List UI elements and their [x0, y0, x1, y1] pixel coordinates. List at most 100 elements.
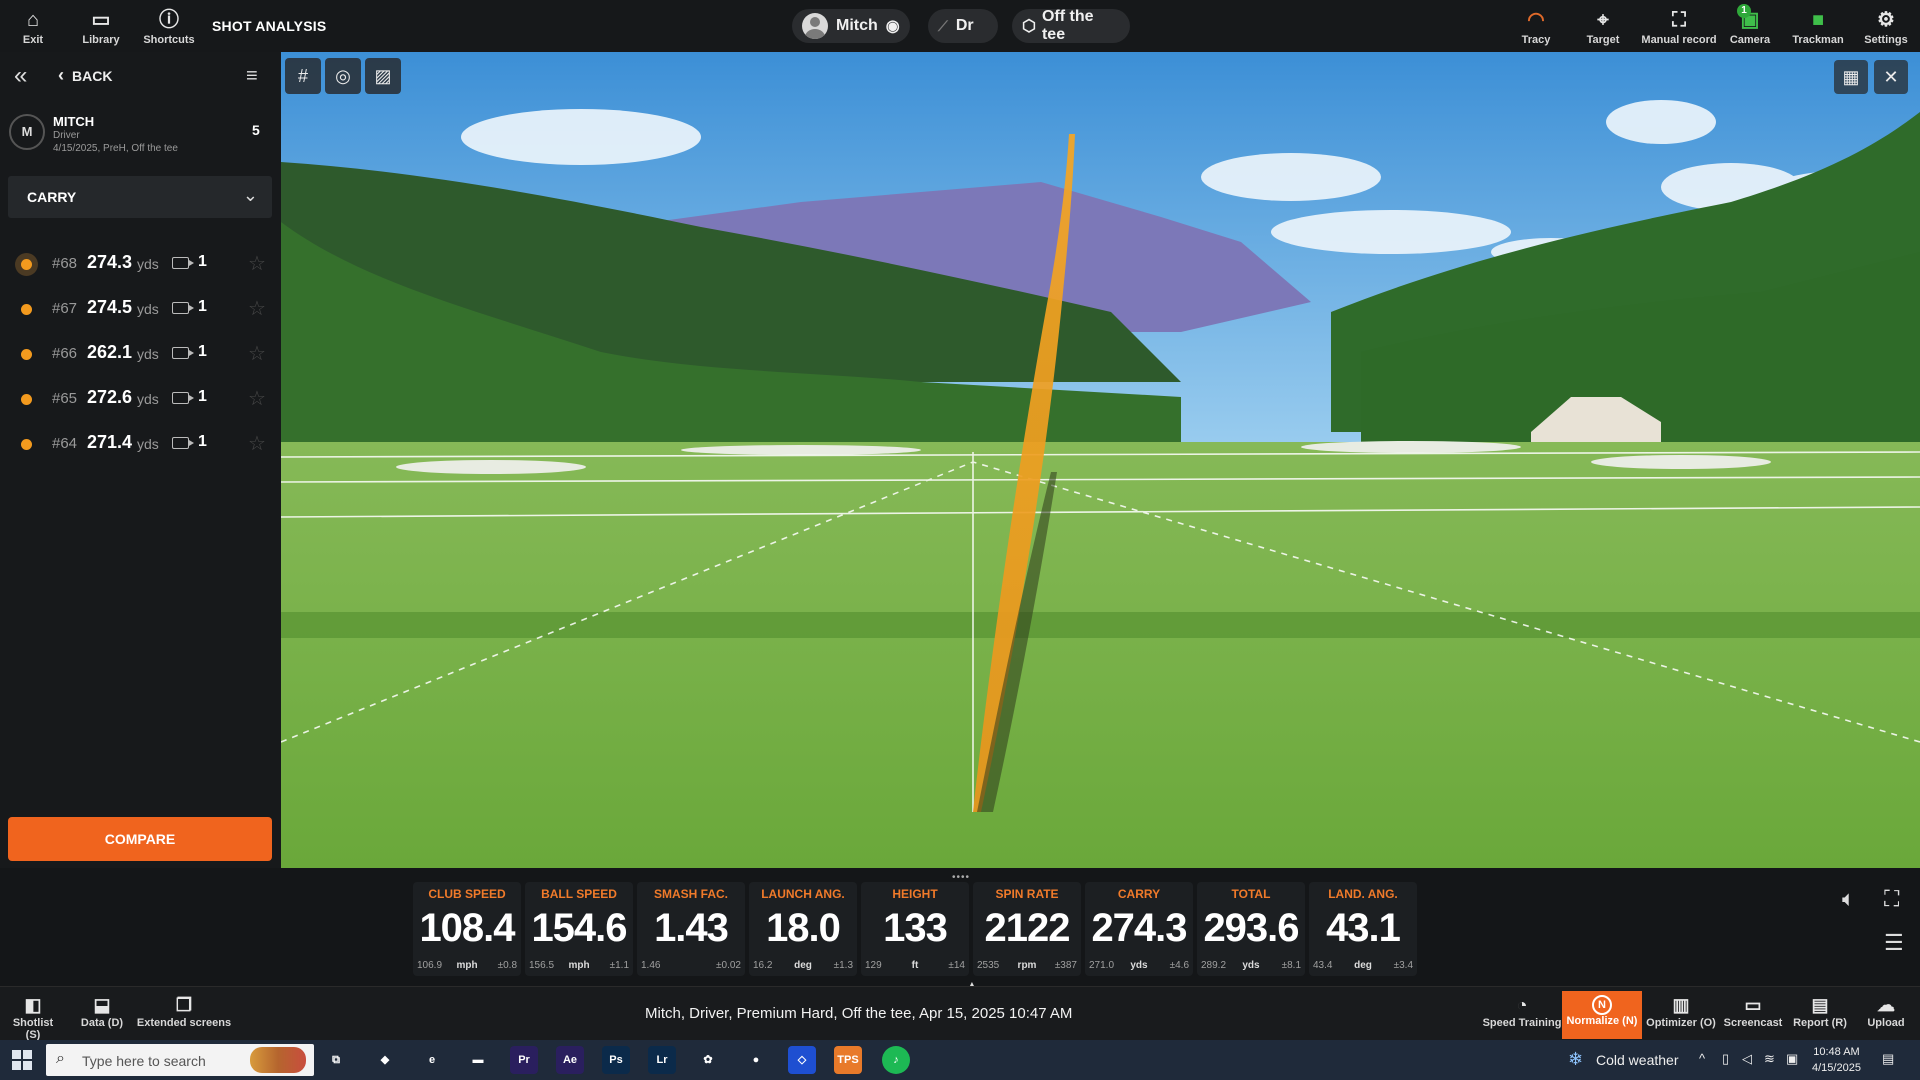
shot-row[interactable]: #64 271.4 yds 1 ☆ [0, 422, 281, 466]
sliders-icon[interactable]: ☰ [1884, 930, 1904, 956]
shot-carry-unit: yds [137, 346, 159, 362]
speed-training-button[interactable]: ◔ Speed Training [1482, 993, 1562, 1029]
stat-tile[interactable]: TOTAL 293.6 289.2 yds ±8.1 [1197, 882, 1305, 976]
star-icon[interactable]: ☆ [248, 341, 266, 366]
stat-tile[interactable]: LAND. ANG. 43.1 43.4 deg ±3.4 [1309, 882, 1417, 976]
shot-row[interactable]: #66 262.1 yds 1 ☆ [0, 332, 281, 376]
screencast-button[interactable]: ▭ Screencast [1720, 993, 1786, 1029]
grid-layout-icon: ▦ [1842, 67, 1860, 87]
stat-tile[interactable]: CARRY 274.3 271.0 yds ±4.6 [1085, 882, 1193, 976]
task-view-icon[interactable]: ⧉ [322, 1046, 350, 1074]
shot-row[interactable]: #68 274.3 yds 1 ☆ [0, 242, 281, 286]
tracy-button[interactable]: ◠ Tracy [1506, 8, 1566, 46]
trajectory-view[interactable]: # ◎ ▨ ▦ ✕ [281, 52, 1920, 868]
stat-tile[interactable]: BALL SPEED 154.6 156.5 mph ±1.1 [525, 882, 633, 976]
video-icon [172, 437, 194, 449]
player-selector[interactable]: Mitch ◉ [792, 9, 910, 43]
sort-label: CARRY [27, 189, 77, 205]
optimizer-icon: ▥ [1672, 995, 1690, 1015]
windows-start-button[interactable] [12, 1050, 32, 1070]
stat-tile[interactable]: SMASH FAC. 1.43 1.46 ±0.02 [637, 882, 745, 976]
extended-screens-button[interactable]: ❐ Extended screens [136, 993, 232, 1029]
shot-carry-value: 272.6 [87, 387, 133, 407]
stat-tile[interactable]: HEIGHT 133 129 ft ±14 [861, 882, 969, 976]
normalize-icon: N [1592, 995, 1612, 1015]
search-placeholder: Type here to search [82, 1053, 206, 1069]
spotify-icon[interactable]: ♪ [882, 1046, 910, 1074]
stat-tile[interactable]: CLUB SPEED 108.4 106.9 mph ±0.8 [413, 882, 521, 976]
fullscreen-icon[interactable]: ⛶ [1884, 886, 1899, 912]
layout-button[interactable]: ▦ [1834, 60, 1868, 94]
battery-icon[interactable]: ▯ [1722, 1051, 1729, 1067]
video-icon [172, 302, 194, 314]
stat-value: 1.43 [654, 906, 729, 950]
screenshot-button[interactable]: ◎ [325, 58, 361, 94]
shot-row[interactable]: #65 272.6 yds 1 ☆ [0, 377, 281, 421]
compare-button[interactable]: COMPARE [8, 817, 272, 861]
collapse-sidebar-icon[interactable]: « [14, 62, 27, 90]
optimizer-button[interactable]: ▥ Optimizer (O) [1643, 993, 1719, 1029]
obs-icon[interactable]: ● [742, 1046, 770, 1074]
club-selector[interactable]: ⟋ Dr [928, 9, 998, 43]
speaker-icon[interactable]: ◁ [1742, 1051, 1752, 1067]
taskbar-clock[interactable]: 10:48 AM 4/15/2025 [1812, 1044, 1861, 1076]
volume-icon[interactable]: 🔈︎ [1842, 886, 1855, 912]
sort-dropdown[interactable]: CARRY ⌄ [8, 176, 272, 218]
stat-label: LAUNCH ANG. [761, 887, 845, 901]
camera-button[interactable]: ▣ Camera 1 [1720, 4, 1780, 46]
star-icon[interactable]: ☆ [248, 386, 266, 411]
edge-icon[interactable]: e [418, 1046, 446, 1074]
weather-icon: ❄ [1568, 1049, 1584, 1069]
report-button[interactable]: ▤ Report (R) [1790, 993, 1850, 1029]
shot-carry-value: 271.4 [87, 432, 133, 452]
shot-number: #67 [52, 300, 78, 317]
lightroom-icon[interactable]: Lr [648, 1046, 676, 1074]
manual-record-button[interactable]: ⛶ Manual record [1641, 8, 1717, 46]
after-effects-icon[interactable]: Ae [556, 1046, 584, 1074]
copilot-icon[interactable]: ◆ [371, 1046, 399, 1074]
star-icon[interactable]: ☆ [248, 251, 266, 276]
upload-button[interactable]: ☁ Upload [1860, 993, 1912, 1029]
target-button[interactable]: ⌖ Target [1573, 8, 1633, 46]
trackman-button[interactable]: ■ Trackman [1788, 8, 1848, 46]
normalize-button[interactable]: N Normalize (N) [1562, 991, 1642, 1039]
paint-icon[interactable]: ✿ [694, 1046, 722, 1074]
dropbox-icon[interactable]: ◇ [788, 1046, 816, 1074]
exit-button[interactable]: ⌂ Exit [3, 8, 63, 46]
photoshop-icon[interactable]: Ps [602, 1046, 630, 1074]
manual-record-icon: ⛶ [1672, 9, 1686, 31]
shot-row[interactable]: #67 274.5 yds 1 ☆ [0, 287, 281, 331]
chevron-up-icon[interactable]: ^ [1699, 1051, 1705, 1066]
notifications-icon[interactable]: ▤ [1882, 1051, 1894, 1067]
stat-label: SPIN RATE [995, 887, 1059, 901]
image-button[interactable]: ▨ [365, 58, 401, 94]
stat-deviation: ±1.1 [609, 960, 629, 971]
stat-tile[interactable]: LAUNCH ANG. 18.0 16.2 deg ±1.3 [749, 882, 857, 976]
player-card[interactable]: M MITCH Driver 4/15/2025, PreH, Off the … [0, 106, 281, 160]
settings-button[interactable]: ⚙ Settings [1856, 8, 1916, 46]
library-button[interactable]: ▭ Library [71, 8, 131, 46]
search-icon: ⌕ [56, 1050, 65, 1067]
sidebar-header: « ‹ BACK ≡ [0, 52, 281, 100]
shotlist-button[interactable]: ◧ Shotlist (S) [4, 993, 62, 1041]
search-highlight-image [250, 1047, 306, 1073]
hamburger-menu-icon[interactable]: ≡ [246, 65, 258, 88]
star-icon[interactable]: ☆ [248, 296, 266, 321]
wifi-icon[interactable]: ≋ [1764, 1051, 1775, 1067]
weather-text[interactable]: Cold weather [1596, 1052, 1679, 1068]
collapse-view-button[interactable]: ✕ [1874, 60, 1908, 94]
premiere-icon[interactable]: Pr [510, 1046, 538, 1074]
data-button[interactable]: ⬓ Data (D) [72, 993, 132, 1029]
tps-icon[interactable]: TPS [834, 1046, 862, 1074]
player-card-meta: 4/15/2025, PreH, Off the tee [53, 143, 178, 154]
stat-deviation: ±0.8 [497, 960, 517, 971]
stat-tile[interactable]: SPIN RATE 2122 2535 rpm ±387 [973, 882, 1081, 976]
star-icon[interactable]: ☆ [248, 431, 266, 456]
taskbar-search-input[interactable]: ⌕ Type here to search [46, 1044, 314, 1076]
file-explorer-icon[interactable]: ▬ [464, 1046, 492, 1074]
back-button[interactable]: ‹ BACK [58, 65, 112, 86]
display-icon[interactable]: ▣ [1786, 1051, 1798, 1067]
shortcuts-button[interactable]: ⓘ Shortcuts [139, 8, 199, 46]
grid-toggle-button[interactable]: # [285, 58, 321, 94]
tee-selector[interactable]: ⬡ Off the tee [1012, 8, 1130, 43]
